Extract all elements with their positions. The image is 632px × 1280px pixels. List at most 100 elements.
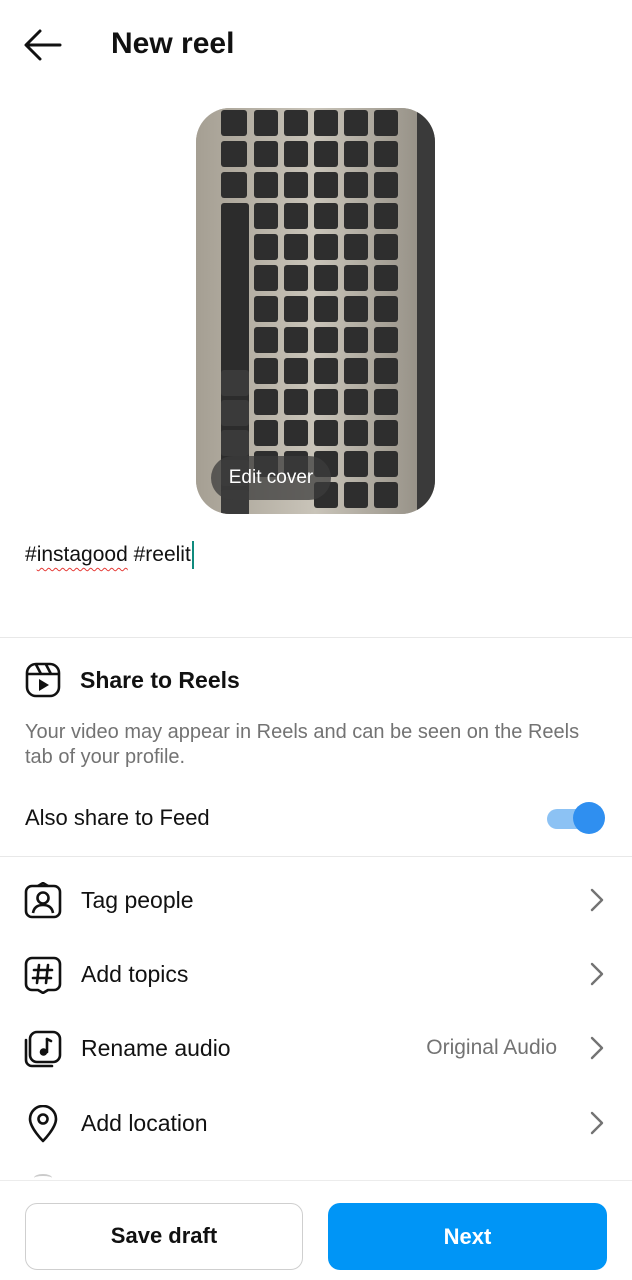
keyboard-key <box>254 172 278 198</box>
toggle-thumb <box>573 802 605 834</box>
keyboard-key <box>314 327 338 353</box>
caption-hashtag-2: #reelit <box>133 543 191 566</box>
keyboard-key <box>374 265 398 291</box>
add-topics-row[interactable]: Add topics <box>0 942 632 1006</box>
keyboard-key <box>374 110 398 136</box>
keyboard-key <box>344 420 368 446</box>
caption-hashtag: #instagood <box>25 543 128 566</box>
keyboard-key <box>254 420 278 446</box>
keyboard-key <box>314 296 338 322</box>
keyboard-key <box>314 265 338 291</box>
keyboard-key <box>254 203 278 229</box>
chevron-right-icon <box>590 1036 604 1060</box>
also-share-to-feed-label: Also share to Feed <box>25 805 210 830</box>
reels-icon <box>25 662 61 698</box>
tag-people-row[interactable]: Tag people <box>0 868 632 932</box>
keyboard-key <box>284 296 308 322</box>
music-note-icon <box>24 1030 62 1068</box>
keyboard-key <box>314 141 338 167</box>
keyboard-key <box>221 430 249 456</box>
share-to-feed-toggle[interactable] <box>547 802 605 834</box>
keyboard-key <box>344 482 368 508</box>
keyboard-key <box>374 203 398 229</box>
rename-audio-row[interactable]: Rename audio Original Audio <box>0 1016 632 1080</box>
arrow-left-icon <box>24 29 62 61</box>
keyboard-key <box>284 420 308 446</box>
menu-label: Add topics <box>81 961 189 987</box>
location-pin-icon <box>28 1105 58 1143</box>
also-share-to-feed-row: Also share to Feed <box>25 800 607 836</box>
keyboard-key <box>314 110 338 136</box>
save-draft-button[interactable]: Save draft <box>25 1203 303 1270</box>
keyboard-key <box>254 265 278 291</box>
keyboard-key <box>314 203 338 229</box>
keyboard-key <box>284 172 308 198</box>
tag-people-icon <box>24 882 62 919</box>
next-button[interactable]: Next <box>328 1203 607 1270</box>
keyboard-key <box>344 110 368 136</box>
reel-cover-preview[interactable] <box>196 108 435 514</box>
keyboard-photo <box>196 108 435 514</box>
keyboard-key <box>284 327 308 353</box>
chevron-right-icon <box>590 1111 604 1135</box>
keyboard-key <box>344 234 368 260</box>
share-to-reels-description: Your video may appear in Reels and can b… <box>25 721 580 768</box>
keyboard-key <box>344 358 368 384</box>
chevron-right-icon <box>590 888 604 912</box>
keyboard-key <box>374 358 398 384</box>
keyboard-key <box>254 389 278 415</box>
keyboard-key <box>221 141 247 167</box>
keyboard-key <box>314 234 338 260</box>
keyboard-key <box>374 482 398 508</box>
bottom-action-bar: Save draft Next <box>0 1180 632 1280</box>
top-bar: New reel <box>0 0 632 90</box>
add-location-row[interactable]: Add location <box>0 1091 632 1155</box>
keyboard-key <box>374 296 398 322</box>
keyboard-key <box>284 203 308 229</box>
keyboard-key <box>374 327 398 353</box>
share-to-reels-row: Share to Reels <box>25 662 240 698</box>
page-title: New reel <box>111 27 235 60</box>
keyboard-key <box>221 370 249 396</box>
text-caret <box>191 541 194 570</box>
share-to-reels-title: Share to Reels <box>80 666 240 693</box>
keyboard-key <box>374 172 398 198</box>
divider <box>0 856 632 857</box>
keyboard-key <box>344 327 368 353</box>
caption-hashtag-text: instagood <box>36 543 128 566</box>
edit-cover-button[interactable]: Edit cover <box>211 456 331 500</box>
back-button[interactable] <box>22 26 64 64</box>
keyboard-key <box>284 265 308 291</box>
menu-label: Add location <box>81 1110 208 1136</box>
keyboard-key <box>314 172 338 198</box>
keyboard-key <box>374 141 398 167</box>
keyboard-key <box>254 234 278 260</box>
keyboard-key <box>374 234 398 260</box>
keyboard-key <box>344 141 368 167</box>
hashtag-icon <box>24 956 62 994</box>
keyboard-key <box>284 141 308 167</box>
keyboard-key <box>284 110 308 136</box>
keyboard-key <box>221 172 247 198</box>
keyboard-key <box>374 389 398 415</box>
keyboard-key <box>344 172 368 198</box>
keyboard-key <box>254 358 278 384</box>
keyboard-key <box>254 327 278 353</box>
keyboard-key <box>374 420 398 446</box>
keyboard-key <box>284 389 308 415</box>
keyboard-key <box>344 451 368 477</box>
menu-label: Tag people <box>81 887 194 913</box>
menu-label: Rename audio <box>81 1035 231 1061</box>
keyboard-key <box>344 203 368 229</box>
keyboard-key <box>314 420 338 446</box>
keyboard-key <box>254 141 278 167</box>
keyboard-key <box>221 400 249 426</box>
keyboard-key <box>284 358 308 384</box>
caption-input[interactable]: #instagood #reelit <box>25 540 194 570</box>
keyboard-key <box>284 234 308 260</box>
keyboard-key <box>314 389 338 415</box>
keyboard-key <box>314 358 338 384</box>
keyboard-key <box>254 296 278 322</box>
keyboard-key <box>221 110 247 136</box>
keyboard-key <box>254 110 278 136</box>
